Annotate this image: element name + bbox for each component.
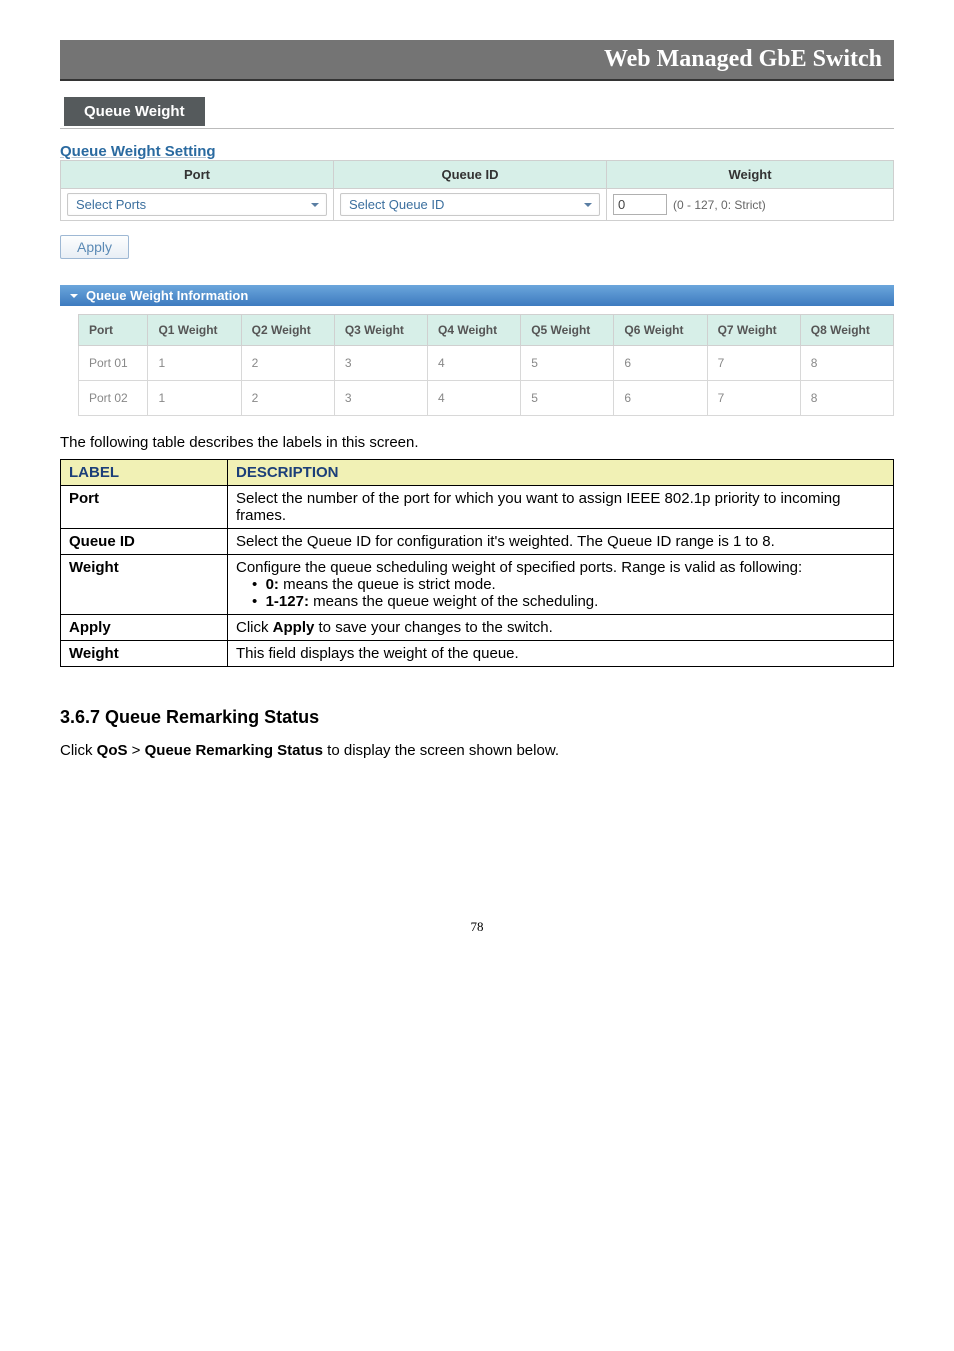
desc-bullet-text: means the queue is strict mode.: [279, 576, 496, 593]
info-td: 5: [521, 346, 614, 381]
body-text-post: to display the screen shown below.: [323, 742, 559, 759]
table-caption: The following table describes the labels…: [60, 434, 894, 451]
weight-hint: (0 - 127, 0: Strict): [673, 198, 766, 212]
desc-label: Port: [61, 486, 228, 529]
body-text-b1: QoS: [97, 742, 128, 759]
desc-pre: Click: [236, 619, 273, 636]
config-header-weight: Weight: [607, 161, 894, 189]
info-td: 1: [148, 346, 241, 381]
desc-text: Click Apply to save your changes to the …: [228, 615, 894, 641]
body-text-b2: Queue Remarking Status: [145, 742, 323, 759]
info-td: 8: [800, 346, 893, 381]
apply-button[interactable]: Apply: [60, 235, 129, 259]
info-th: Q4 Weight: [428, 315, 521, 346]
port-select[interactable]: Select Ports: [67, 193, 327, 216]
weight-input[interactable]: [613, 194, 667, 215]
apply-button-label: Apply: [77, 239, 112, 255]
info-td: 1: [148, 381, 241, 416]
desc-bold: Apply: [273, 619, 315, 636]
info-bar: Queue Weight Information: [60, 285, 894, 306]
chevron-down-icon: [310, 200, 320, 210]
info-td-port: Port 02: [79, 381, 148, 416]
table-row: Queue ID Select the Queue ID for configu…: [61, 529, 894, 555]
info-td: 2: [241, 381, 334, 416]
info-td: 7: [707, 346, 800, 381]
table-row: Apply Click Apply to save your changes t…: [61, 615, 894, 641]
desc-text: This field displays the weight of the qu…: [228, 641, 894, 667]
config-header-port: Port: [61, 161, 334, 189]
desc-bullet-text: means the queue weight of the scheduling…: [309, 593, 598, 610]
desc-text: Select the number of the port for which …: [228, 486, 894, 529]
body-text: Click QoS > Queue Remarking Status to di…: [60, 742, 894, 759]
config-header-queueid: Queue ID: [334, 161, 607, 189]
config-table: Port Queue ID Weight Select Ports Select…: [60, 160, 894, 221]
desc-post: to save your changes to the switch.: [314, 619, 552, 636]
desc-label: Queue ID: [61, 529, 228, 555]
desc-text: Configure the queue scheduling weight of…: [228, 555, 894, 615]
info-th: Q7 Weight: [707, 315, 800, 346]
info-td: 4: [428, 346, 521, 381]
desc-label: Weight: [61, 641, 228, 667]
info-th: Q8 Weight: [800, 315, 893, 346]
body-text-pre: Click: [60, 742, 97, 759]
setting-title: Queue Weight Setting: [60, 143, 894, 160]
chevron-down-icon[interactable]: [68, 290, 80, 302]
info-td: 2: [241, 346, 334, 381]
info-td: 8: [800, 381, 893, 416]
desc-text: Select the Queue ID for configuration it…: [228, 529, 894, 555]
info-td: 7: [707, 381, 800, 416]
chevron-down-icon: [583, 200, 593, 210]
info-td: 6: [614, 346, 707, 381]
info-td: 4: [428, 381, 521, 416]
desc-bullet-key: 1-127:: [266, 593, 309, 610]
table-row: Weight Configure the queue scheduling we…: [61, 555, 894, 615]
body-text-mid: >: [128, 742, 145, 759]
header-title: Web Managed GbE Switch: [604, 46, 882, 72]
queueid-select[interactable]: Select Queue ID: [340, 193, 600, 216]
info-th: Port: [79, 315, 148, 346]
info-th: Q1 Weight: [148, 315, 241, 346]
info-th: Q2 Weight: [241, 315, 334, 346]
info-td-port: Port 01: [79, 346, 148, 381]
table-row: Weight This field displays the weight of…: [61, 641, 894, 667]
desc-line: Configure the queue scheduling weight of…: [236, 559, 802, 576]
header-rule: [60, 79, 894, 81]
document-header: Web Managed GbE Switch: [60, 40, 894, 79]
info-table: Port Q1 Weight Q2 Weight Q3 Weight Q4 We…: [78, 314, 894, 416]
port-select-label: Select Ports: [76, 197, 146, 212]
info-td: 3: [334, 381, 427, 416]
table-row: Port 01 1 2 3 4 5 6 7 8: [79, 346, 894, 381]
table-row: Port 02 1 2 3 4 5 6 7 8: [79, 381, 894, 416]
section-rule: [60, 128, 894, 129]
section-tab: Queue Weight: [64, 97, 205, 126]
desc-label: Weight: [61, 555, 228, 615]
info-th: Q3 Weight: [334, 315, 427, 346]
desc-th-desc: DESCRIPTION: [228, 460, 894, 486]
section-tab-label: Queue Weight: [84, 103, 185, 120]
info-th: Q5 Weight: [521, 315, 614, 346]
info-bar-title: Queue Weight Information: [86, 288, 248, 303]
description-table: LABEL DESCRIPTION Port Select the number…: [60, 459, 894, 667]
info-td: 6: [614, 381, 707, 416]
info-th: Q6 Weight: [614, 315, 707, 346]
desc-label: Apply: [61, 615, 228, 641]
desc-th-label: LABEL: [61, 460, 228, 486]
queueid-select-label: Select Queue ID: [349, 197, 444, 212]
sub-heading: 3.6.7 Queue Remarking Status: [60, 707, 894, 728]
table-row: Port Select the number of the port for w…: [61, 486, 894, 529]
info-td: 3: [334, 346, 427, 381]
desc-bullet-key: 0:: [266, 576, 279, 593]
page-number: 78: [60, 919, 894, 935]
info-td: 5: [521, 381, 614, 416]
weight-cell: (0 - 127, 0: Strict): [613, 194, 887, 215]
